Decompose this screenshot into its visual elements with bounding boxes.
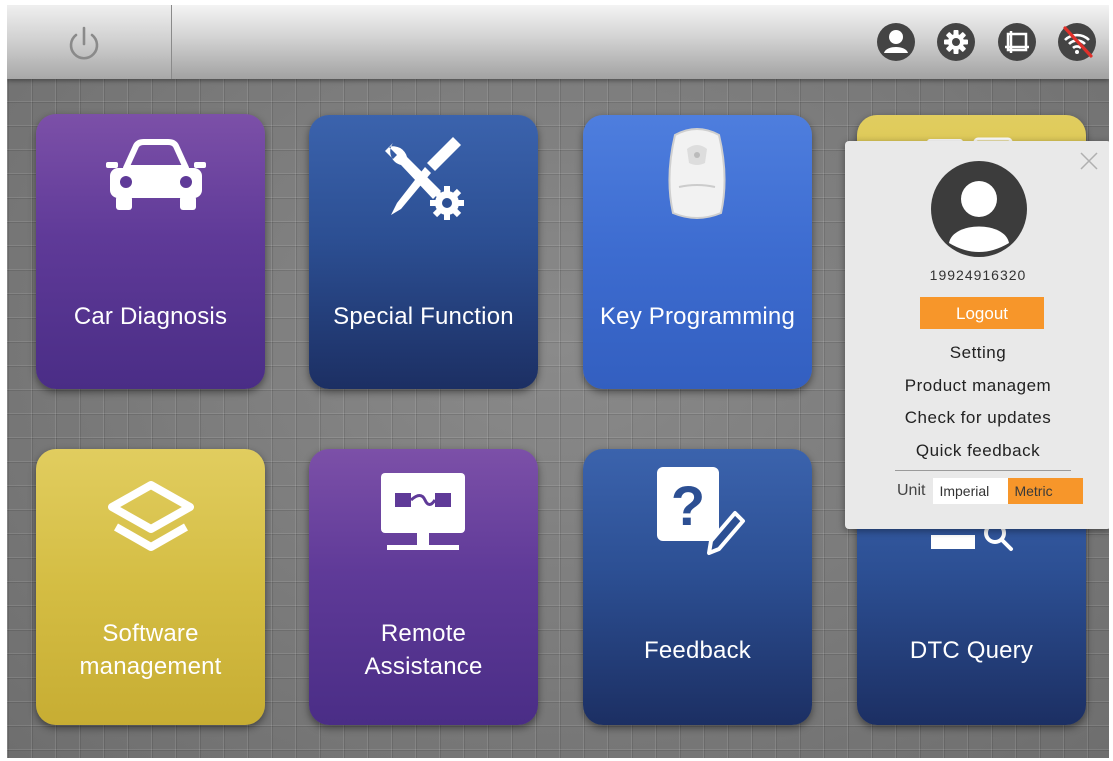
user-icon[interactable]: [876, 22, 916, 62]
tile-label: Key Programming: [599, 303, 796, 330]
close-icon[interactable]: [1079, 151, 1099, 171]
tile-feedback[interactable]: ? Feedback: [583, 449, 812, 725]
car-icon: [106, 139, 206, 210]
power-icon: [69, 26, 99, 60]
svg-text:?: ?: [671, 474, 705, 537]
tile-label: Special Function: [333, 303, 514, 330]
tile-label-line2: Assistance: [364, 653, 483, 680]
menu-item-setting[interactable]: Setting: [845, 343, 1109, 363]
app-screen: Car Diagnosis Special Function Key Progr…: [7, 5, 1109, 758]
avatar: [931, 161, 1027, 257]
unit-label: Unit: [897, 482, 926, 499]
remote-monitor-icon: [381, 473, 465, 550]
top-bar: [7, 5, 1109, 79]
tile-software-management[interactable]: Software management: [36, 449, 265, 725]
tile-special-function[interactable]: Special Function: [309, 115, 538, 389]
gear-icon[interactable]: [936, 22, 976, 62]
user-id: 19924916320: [929, 267, 1027, 283]
unit-option-imperial[interactable]: Imperial: [933, 478, 1009, 504]
power-button[interactable]: [7, 5, 172, 79]
logout-button[interactable]: Logout: [920, 297, 1044, 329]
tile-label: Car Diagnosis: [73, 303, 228, 330]
tile-car-diagnosis[interactable]: Car Diagnosis: [36, 114, 265, 389]
unit-option-metric[interactable]: Metric: [1008, 478, 1084, 504]
menu-item-product-management[interactable]: Product managem: [845, 376, 1109, 396]
question-edit-icon: ?: [657, 467, 745, 555]
unit-selector: Unit Imperial Metric: [897, 478, 1084, 504]
tile-remote-assistance[interactable]: Remote Assistance: [309, 449, 538, 725]
tile-key-programming[interactable]: Key Programming: [583, 115, 812, 389]
wrench-screwdriver-gear-icon: [385, 137, 464, 220]
car-key-fob-icon: [668, 128, 726, 219]
menu-item-quick-feedback[interactable]: Quick feedback: [845, 441, 1109, 461]
screenshot-icon[interactable]: [997, 22, 1037, 62]
tile-label-line1: Remote: [380, 620, 467, 647]
menu-item-check-updates[interactable]: Check for updates: [845, 408, 1109, 428]
tile-label-line1: Software: [102, 620, 199, 647]
tile-label: Feedback: [644, 637, 751, 664]
layers-icon: [108, 481, 194, 551]
divider: [895, 470, 1071, 471]
wifi-off-icon[interactable]: [1057, 22, 1097, 62]
user-menu-popup: 19924916320 Logout Setting Product manag…: [845, 141, 1109, 529]
tile-label-line2: management: [79, 653, 222, 680]
tile-label: DTC Query: [909, 637, 1034, 664]
